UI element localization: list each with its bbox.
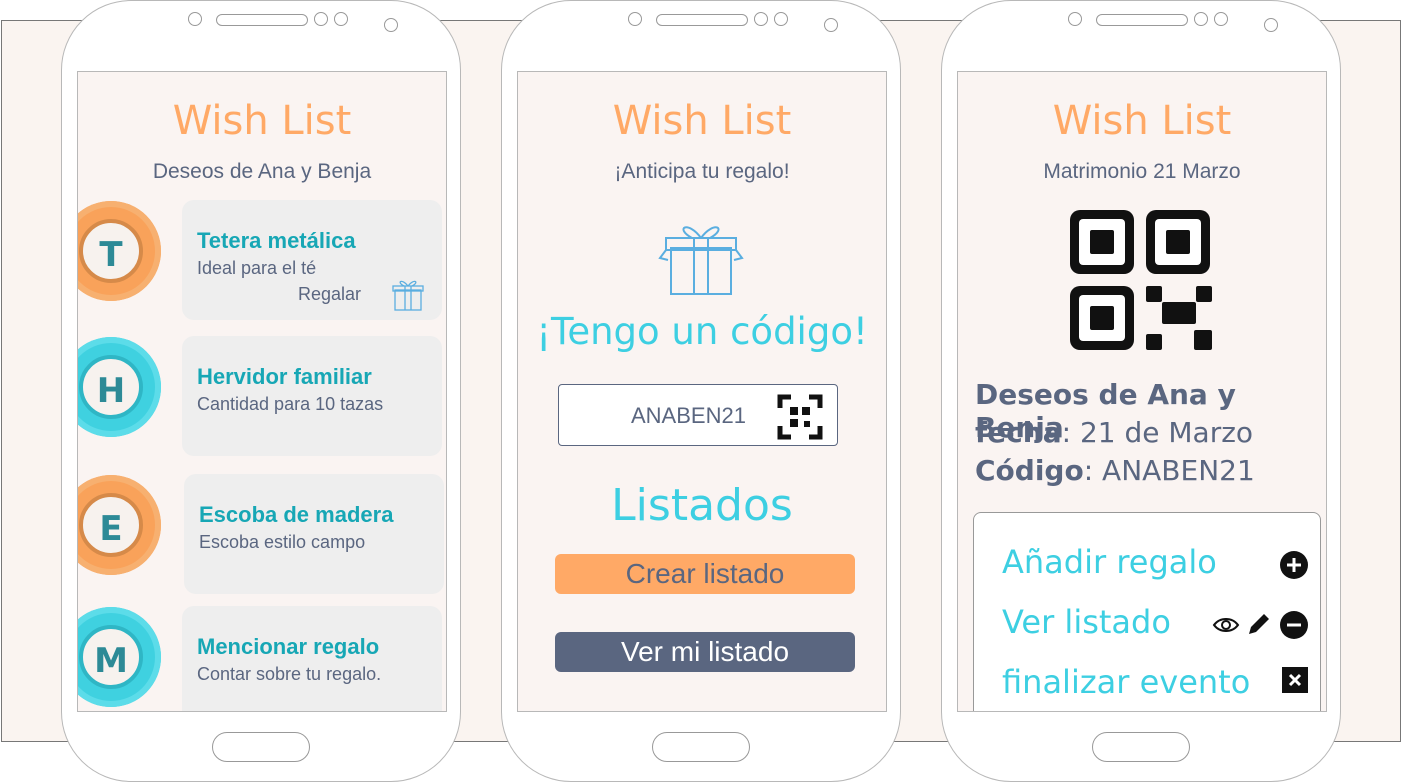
item-badge: T [78,201,161,301]
item-card[interactable]: Hervidor familiar Cantidad para 10 tazas [182,336,442,456]
item-card[interactable]: Mencionar regalo Contar sobre tu regalo. [182,606,442,711]
screen-wishlist: Wish List Deseos de Ana y Benja T Tetera… [77,71,447,712]
item-name: Escoba de madera [199,502,394,527]
gift-icon [658,226,744,295]
sensor-dot [774,12,788,26]
badge-letter: E [79,493,143,557]
event-date: fecha: 21 de Marzo [975,416,1253,449]
sensor-dot [188,12,202,26]
badge-letter: H [79,355,143,419]
speaker [656,14,748,26]
sensor-dot [754,12,768,26]
date-value: : 21 de Marzo [1061,416,1254,449]
gift-icon[interactable] [390,278,426,312]
home-button[interactable] [652,732,750,762]
phone-3: Wish List Matrimonio 21 Marzo Deseos de … [941,0,1341,782]
phone-2: Wish List ¡Anticipa tu regalo! ¡Tengo un… [501,0,901,782]
item-badge: M [78,607,161,707]
item-badge: E [78,475,161,575]
item-desc: Contar sobre tu regalo. [197,664,382,684]
item-card[interactable]: Escoba de madera Escoba estilo campo [184,474,444,594]
lists-heading: Listados [611,480,793,531]
pencil-icon[interactable] [1246,611,1272,637]
code-value: ANABEN21 [631,403,746,428]
code-input[interactable]: ANABEN21 [558,384,838,446]
qr-code-icon [1070,210,1212,350]
sensor-dot [1194,12,1208,26]
code-heading: ¡Tengo un código! [536,310,868,353]
item-name: Mencionar regalo [197,634,380,659]
badge-letter: M [79,625,143,689]
home-button[interactable] [212,732,310,762]
home-button[interactable] [1092,732,1190,762]
sensor-dot [628,12,642,26]
item-desc: Cantidad para 10 tazas [197,394,384,414]
event-subtitle: Matrimonio 21 Marzo [1043,160,1241,183]
screen-event: Wish List Matrimonio 21 Marzo Deseos de … [957,71,1327,712]
app-title: Wish List [172,98,352,144]
front-camera [1264,18,1278,32]
gift-action-label[interactable]: Regalar [298,284,361,305]
qr-code-icon[interactable] [777,394,823,440]
code-label: Código [975,454,1084,487]
view-list-link[interactable]: Ver listado [1002,603,1171,641]
list-item[interactable]: E Escoba de madera Escoba estilo campo [78,474,446,594]
sensor-dot [1214,12,1228,26]
item-badge: H [78,337,161,437]
plus-circle-icon[interactable] [1280,551,1308,579]
item-desc: Ideal para el té [197,258,317,278]
add-gift-link[interactable]: Añadir regalo [1002,543,1217,581]
app-title: Wish List [1052,98,1232,144]
code-value: : ANABEN21 [1083,454,1255,487]
minus-circle-icon[interactable] [1280,611,1308,639]
app-title: Wish List [612,98,792,144]
date-label: fecha [975,416,1062,449]
list-item[interactable]: M Mencionar regalo Contar sobre tu regal… [78,606,446,711]
tagline: ¡Anticipa tu regalo! [614,160,790,183]
list-item[interactable]: T Tetera metálica Ideal para el té Regal… [78,200,446,320]
sensor-dot [314,12,328,26]
create-list-button[interactable]: Crear listado [555,554,855,594]
list-subtitle: Deseos de Ana y Benja [152,160,372,183]
badge-letter: T [79,219,143,283]
phone-1: Wish List Deseos de Ana y Benja T Tetera… [61,0,461,782]
finish-event-link[interactable]: finalizar evento [1002,663,1250,701]
list-item[interactable]: H Hervidor familiar Cantidad para 10 taz… [78,336,446,456]
item-card[interactable]: Tetera metálica Ideal para el té Regalar [182,200,442,320]
front-camera [384,18,398,32]
front-camera [824,18,838,32]
view-list-button[interactable]: Ver mi listado [555,632,855,672]
speaker [216,14,308,26]
item-desc: Escoba estilo campo [199,532,366,552]
eye-icon[interactable] [1212,615,1240,635]
speaker [1096,14,1188,26]
item-name: Tetera metálica [197,228,356,253]
event-code: Código: ANABEN21 [975,454,1255,487]
actions-panel: Añadir regalo Ver listado finalizar even… [973,512,1321,711]
item-name: Hervidor familiar [197,364,372,389]
screen-code: Wish List ¡Anticipa tu regalo! ¡Tengo un… [517,71,887,712]
sensor-dot [1068,12,1082,26]
close-box-icon[interactable] [1282,667,1308,693]
stage: Wish List Deseos de Ana y Benja T Tetera… [0,0,1402,782]
sensor-dot [334,12,348,26]
